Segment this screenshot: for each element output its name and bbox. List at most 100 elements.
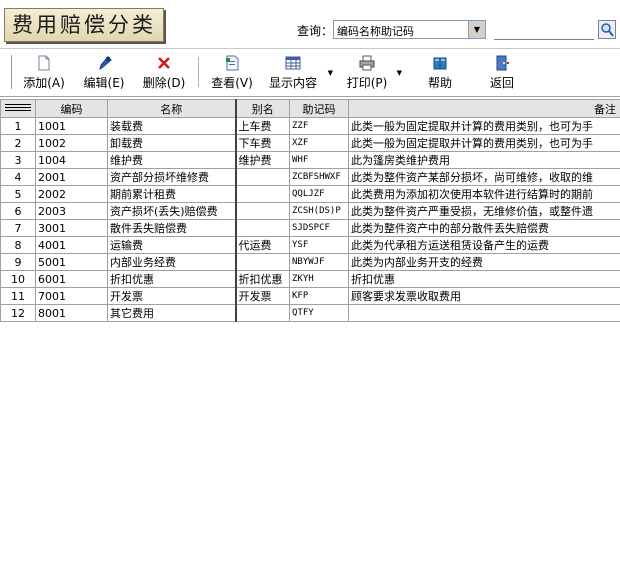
alias-cell[interactable]: 上车费 — [235, 117, 290, 135]
name-cell[interactable]: 折扣优惠 — [107, 270, 237, 288]
name-cell[interactable]: 资产部分损坏维修费 — [107, 168, 237, 186]
code-cell[interactable]: 4001 — [35, 236, 108, 254]
name-cell[interactable]: 散件丢失赔偿费 — [107, 219, 237, 237]
table-row[interactable]: 10 6001 折扣优惠 折扣优惠 ZKYH 折扣优惠 — [0, 270, 620, 288]
name-cell[interactable]: 开发票 — [107, 287, 237, 305]
name-cell[interactable]: 资产损坏(丢失)赔偿费 — [107, 202, 237, 220]
row-number[interactable]: 12 — [0, 304, 36, 322]
back-button[interactable]: 返回 — [482, 55, 522, 91]
name-cell[interactable]: 卸载费 — [107, 134, 237, 152]
alias-cell[interactable] — [235, 168, 290, 186]
row-number[interactable]: 8 — [0, 236, 36, 254]
alias-cell[interactable] — [235, 185, 290, 203]
mnemonic-cell[interactable]: ZZF — [289, 117, 349, 135]
code-cell[interactable]: 1004 — [35, 151, 108, 169]
row-number[interactable]: 1 — [0, 117, 36, 135]
table-row[interactable]: 11 7001 开发票 开发票 KFP 顾客要求发票收取费用 — [0, 287, 620, 305]
view-button[interactable]: 查看(V) — [208, 55, 256, 91]
query-field-select[interactable]: 编码名称助记码 ▼ — [333, 20, 486, 39]
mnemonic-cell[interactable]: QTFY — [289, 304, 349, 322]
search-button[interactable] — [598, 20, 616, 39]
row-number[interactable]: 2 — [0, 134, 36, 152]
table-row[interactable]: 3 1004 维护费 维护费 WHF 此为篷房类维护费用 — [0, 151, 620, 169]
alias-cell[interactable] — [235, 219, 290, 237]
name-cell[interactable]: 其它费用 — [107, 304, 237, 322]
table-row[interactable]: 6 2003 资产损坏(丢失)赔偿费 ZCSH(DS)P 此类为整件资产严重受损，无维修… — [0, 202, 620, 220]
row-number[interactable]: 6 — [0, 202, 36, 220]
add-button[interactable]: 添加(A) — [20, 55, 68, 91]
row-number[interactable]: 11 — [0, 287, 36, 305]
table-row[interactable]: 8 4001 运输费 代运费 YSF 此类为代承租方运送租赁设备产生的运费 — [0, 236, 620, 254]
remark-cell[interactable]: 此类费用为添加初次使用本软件进行结算时的期前 — [348, 185, 620, 203]
row-number[interactable]: 10 — [0, 270, 36, 288]
mnemonic-cell[interactable]: QQLJZF — [289, 185, 349, 203]
alias-cell[interactable] — [235, 304, 290, 322]
table-row[interactable]: 2 1002 卸载费 下车费 XZF 此类一般为固定提取并计算的费用类别，也可为手 — [0, 134, 620, 152]
name-cell[interactable]: 内部业务经费 — [107, 253, 237, 271]
remark-cell[interactable]: 此类一般为固定提取并计算的费用类别，也可为手 — [348, 117, 620, 135]
remark-cell[interactable]: 此为篷房类维护费用 — [348, 151, 620, 169]
column-header-name[interactable]: 名称 — [107, 99, 237, 118]
mnemonic-cell[interactable]: ZCSH(DS)P — [289, 202, 349, 220]
remark-cell[interactable]: 此类为整件资产严重受损，无维修价值，或整件遗 — [348, 202, 620, 220]
toolbar-grip[interactable] — [7, 55, 12, 89]
code-cell[interactable]: 7001 — [35, 287, 108, 305]
print-button[interactable]: 打印(P) ▼ — [344, 55, 402, 91]
column-header-remark[interactable]: 备注 — [348, 99, 620, 118]
code-cell[interactable]: 1002 — [35, 134, 108, 152]
mnemonic-cell[interactable]: XZF — [289, 134, 349, 152]
code-cell[interactable]: 2002 — [35, 185, 108, 203]
mnemonic-cell[interactable]: SJDSPCF — [289, 219, 349, 237]
name-cell[interactable]: 期前累计租费 — [107, 185, 237, 203]
table-row[interactable]: 1 1001 装载费 上车费 ZZF 此类一般为固定提取并计算的费用类别，也可为手 — [0, 117, 620, 135]
remark-cell[interactable]: 此类为内部业务开支的经费 — [348, 253, 620, 271]
code-cell[interactable]: 5001 — [35, 253, 108, 271]
row-number[interactable]: 4 — [0, 168, 36, 186]
help-button[interactable]: 帮助 — [420, 55, 460, 91]
table-row[interactable]: 7 3001 散件丢失赔偿费 SJDSPCF 此类为整件资产中的部分散件丢失赔偿费 — [0, 219, 620, 237]
remark-cell[interactable]: 此类为整件资产中的部分散件丢失赔偿费 — [348, 219, 620, 237]
code-cell[interactable]: 1001 — [35, 117, 108, 135]
row-number[interactable]: 3 — [0, 151, 36, 169]
name-cell[interactable]: 装载费 — [107, 117, 237, 135]
alias-cell[interactable]: 开发票 — [235, 287, 290, 305]
remark-cell[interactable] — [348, 304, 620, 322]
column-header-code[interactable]: 编码 — [35, 99, 108, 118]
alias-cell[interactable]: 维护费 — [235, 151, 290, 169]
alias-cell[interactable] — [235, 253, 290, 271]
code-cell[interactable]: 2003 — [35, 202, 108, 220]
remark-cell[interactable]: 折扣优惠 — [348, 270, 620, 288]
chevron-down-icon[interactable]: ▼ — [328, 69, 333, 77]
column-header-alias[interactable]: 别名 — [235, 99, 290, 118]
alias-cell[interactable]: 折扣优惠 — [235, 270, 290, 288]
edit-button[interactable]: 编辑(E) — [80, 55, 128, 91]
mnemonic-cell[interactable]: ZCBFSHWXF — [289, 168, 349, 186]
code-cell[interactable]: 8001 — [35, 304, 108, 322]
remark-cell[interactable]: 顾客要求发票收取费用 — [348, 287, 620, 305]
remark-cell[interactable]: 此类为代承租方运送租赁设备产生的运费 — [348, 236, 620, 254]
table-row[interactable]: 9 5001 内部业务经费 NBYWJF 此类为内部业务开支的经费 — [0, 253, 620, 271]
code-cell[interactable]: 3001 — [35, 219, 108, 237]
table-row[interactable]: 12 8001 其它费用 QTFY — [0, 304, 620, 322]
code-cell[interactable]: 6001 — [35, 270, 108, 288]
display-content-button[interactable]: 显示内容 ▼ — [265, 55, 333, 91]
name-cell[interactable]: 运输费 — [107, 236, 237, 254]
alias-cell[interactable] — [235, 202, 290, 220]
mnemonic-cell[interactable]: NBYWJF — [289, 253, 349, 271]
mnemonic-cell[interactable]: KFP — [289, 287, 349, 305]
chevron-down-icon[interactable]: ▼ — [468, 21, 485, 38]
remark-cell[interactable]: 此类一般为固定提取并计算的费用类别，也可为手 — [348, 134, 620, 152]
mnemonic-cell[interactable]: YSF — [289, 236, 349, 254]
query-input[interactable] — [494, 22, 594, 40]
alias-cell[interactable]: 下车费 — [235, 134, 290, 152]
table-row[interactable]: 5 2002 期前累计租费 QQLJZF 此类费用为添加初次使用本软件进行结算时的期前 — [0, 185, 620, 203]
mnemonic-cell[interactable]: WHF — [289, 151, 349, 169]
mnemonic-cell[interactable]: ZKYH — [289, 270, 349, 288]
chevron-down-icon[interactable]: ▼ — [397, 69, 402, 77]
row-selector-header[interactable] — [0, 99, 36, 118]
remark-cell[interactable]: 此类为整件资产某部分损坏，尚可维修，收取的维 — [348, 168, 620, 186]
delete-button[interactable]: 删除(D) — [140, 55, 188, 91]
column-header-mnemonic[interactable]: 助记码 — [289, 99, 349, 118]
row-number[interactable]: 5 — [0, 185, 36, 203]
name-cell[interactable]: 维护费 — [107, 151, 237, 169]
